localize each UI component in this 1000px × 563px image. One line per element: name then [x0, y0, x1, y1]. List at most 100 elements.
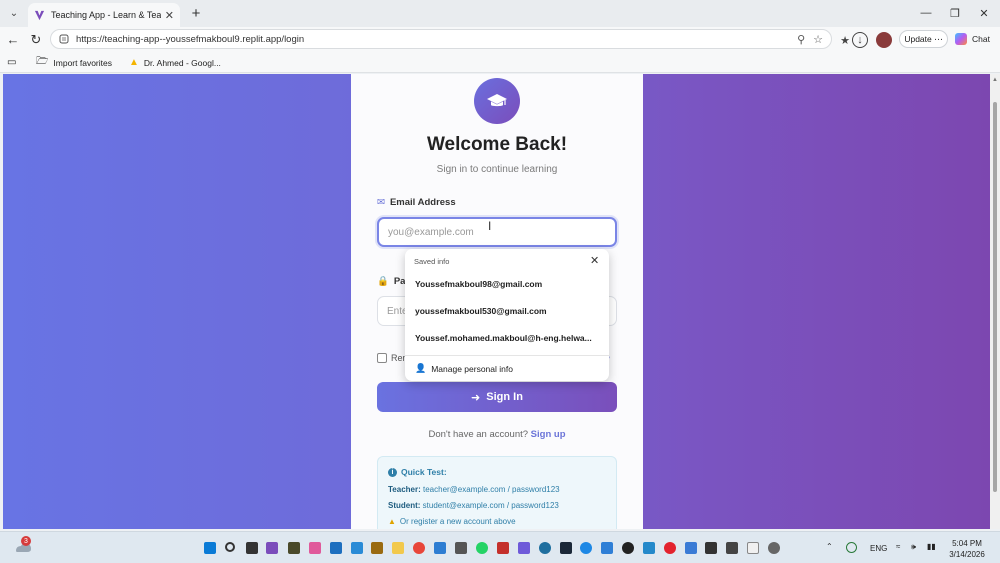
register-note: ▲ Or register a new account above: [388, 517, 606, 526]
whatsapp-icon[interactable]: [476, 542, 488, 554]
register-note-text: Or register a new account above: [399, 517, 516, 526]
tray-chevron-up-icon[interactable]: ⌃: [826, 542, 833, 551]
close-window-icon[interactable]: ✕: [970, 4, 998, 22]
copilot-icon: [955, 33, 967, 45]
settings-gear-icon[interactable]: [768, 542, 780, 554]
visual-studio-icon[interactable]: [266, 542, 278, 554]
app-icon-13[interactable]: [455, 542, 467, 554]
tab-close-icon[interactable]: ✕: [165, 9, 174, 22]
start-windows-icon[interactable]: [204, 542, 216, 554]
downloads-icon[interactable]: ↓: [852, 32, 868, 48]
browser-tab[interactable]: Teaching App - Learn & Teach ✕: [28, 3, 180, 27]
remember-me-checkbox[interactable]: Ren: [377, 353, 408, 363]
lock-icon: 🔒: [377, 276, 389, 287]
student-credentials: Student: student@example.com / password1…: [388, 501, 606, 510]
task-view-icon[interactable]: [246, 542, 258, 554]
restore-icon[interactable]: ❐: [941, 4, 969, 22]
teacher-credentials: Teacher: teacher@example.com / password1…: [388, 485, 606, 494]
person-lock-icon: 👤: [415, 363, 427, 373]
chrome-icon[interactable]: [413, 542, 425, 554]
autofill-option[interactable]: Youssefmakboul98@gmail.com: [415, 279, 603, 289]
tab-actions-chevron-icon[interactable]: ⌄: [4, 4, 24, 23]
autofill-option[interactable]: youssefmakboul530@gmail.com: [415, 306, 603, 316]
edge-icon[interactable]: [580, 542, 592, 554]
update-button[interactable]: Update ⋯: [899, 30, 948, 48]
page-scrollbar[interactable]: ▲: [990, 74, 1000, 529]
back-arrow-icon[interactable]: ←: [4, 31, 22, 48]
page-title: Welcome Back!: [426, 134, 568, 155]
app-icon-27[interactable]: [747, 542, 759, 554]
app-icon-8[interactable]: [351, 542, 363, 554]
email-placeholder: you@example.com: [388, 226, 474, 238]
teacher-label: Teacher:: [388, 485, 421, 494]
manage-label: Manage personal info: [431, 363, 513, 374]
scroll-thumb[interactable]: [993, 102, 997, 492]
app-icon-15[interactable]: [497, 542, 509, 554]
app-icon-7[interactable]: [330, 542, 342, 554]
signup-prompt: Don't have an account? Sign up: [351, 429, 643, 440]
app-icon-24[interactable]: [685, 542, 697, 554]
app-icon-12[interactable]: [434, 542, 446, 554]
app-icon-6[interactable]: [309, 542, 321, 554]
email-label: ✉ Email Address: [377, 197, 456, 208]
refresh-icon[interactable]: ↻: [27, 31, 45, 48]
search-icon[interactable]: [225, 542, 235, 552]
favorites-bar: ▭ 🗁 Import favorites ▲ Dr. Ahmed - Googl…: [0, 52, 1000, 73]
autofill-option[interactable]: Youssef.mohamed.makboul@h-eng.helwa...: [415, 333, 603, 343]
profile-avatar[interactable]: [876, 32, 892, 48]
update-label: Update: [904, 34, 932, 44]
page-subtitle: Sign in to continue learning: [436, 164, 558, 175]
autofill-divider: [405, 355, 609, 356]
signup-prompt-text: Don't have an account?: [428, 429, 529, 440]
email-label-text: Email Address: [389, 197, 456, 208]
sign-in-arrow-icon: ➜: [471, 391, 481, 404]
import-favorites-link[interactable]: 🗁 Import favorites: [36, 56, 112, 69]
reading-list-icon[interactable]: ▭: [7, 56, 21, 69]
app-icon-9[interactable]: [371, 542, 383, 554]
file-explorer-icon[interactable]: [392, 542, 404, 554]
app-icon-21[interactable]: [622, 542, 634, 554]
terminal-icon[interactable]: [705, 542, 717, 554]
checkbox-box[interactable]: [377, 353, 387, 363]
sign-up-link[interactable]: Sign up: [531, 429, 566, 440]
email-field[interactable]: you@example.com: [377, 217, 617, 247]
sync-icon[interactable]: [846, 542, 857, 553]
manage-personal-info-button[interactable]: 👤 Manage personal info: [415, 363, 513, 374]
site-info-icon[interactable]: [59, 34, 69, 44]
autofill-close-icon[interactable]: ✕: [590, 254, 599, 267]
quick-test-title: i Quick Test:: [388, 467, 606, 477]
app-icon-16[interactable]: [518, 542, 530, 554]
app-icon-17[interactable]: [539, 542, 551, 554]
language-indicator[interactable]: ENG: [870, 544, 887, 553]
minimize-icon[interactable]: —: [912, 4, 940, 22]
scroll-up-arrow-icon[interactable]: ▲: [992, 77, 998, 83]
app-icon-20[interactable]: [601, 542, 613, 554]
opera-icon[interactable]: [664, 542, 676, 554]
key-icon[interactable]: ⚲: [797, 33, 805, 46]
volume-icon[interactable]: 🕪: [911, 542, 916, 552]
envelope-icon: ✉: [377, 197, 385, 208]
warning-icon: ▲: [388, 517, 396, 526]
favorites-icon[interactable]: ★: [837, 32, 853, 48]
info-icon: i: [388, 467, 397, 477]
favorite-dr-ahmed[interactable]: ▲ Dr. Ahmed - Googl...: [129, 56, 221, 69]
app-icon-5[interactable]: [288, 542, 300, 554]
address-bar[interactable]: https://teaching-app--youssefmakboul9.re…: [50, 29, 832, 49]
tab-title: Teaching App - Learn & Teach: [51, 10, 161, 20]
clock-time: 5:04 PM: [952, 539, 982, 548]
student-creds: student@example.com / password123: [422, 501, 559, 510]
system-clock[interactable]: 5:04 PM 3/14/2026: [945, 538, 989, 560]
student-label: Student:: [388, 501, 421, 510]
import-folder-icon: 🗁: [36, 56, 49, 67]
wifi-icon[interactable]: ≈: [896, 542, 900, 551]
steam-icon[interactable]: [560, 542, 572, 554]
vscode-icon[interactable]: [643, 542, 655, 554]
copilot-chat-button[interactable]: Chat: [955, 30, 995, 48]
app-icon-26[interactable]: [726, 542, 738, 554]
teacher-creds: teacher@example.com / password123: [423, 485, 560, 494]
favorite-star-icon[interactable]: ☆: [813, 33, 823, 46]
new-tab-button[interactable]: +: [187, 4, 205, 22]
sign-in-button[interactable]: ➜ Sign In: [377, 382, 617, 412]
battery-icon[interactable]: ▮▮: [927, 542, 936, 551]
import-favorites-label: Import favorites: [53, 57, 112, 68]
